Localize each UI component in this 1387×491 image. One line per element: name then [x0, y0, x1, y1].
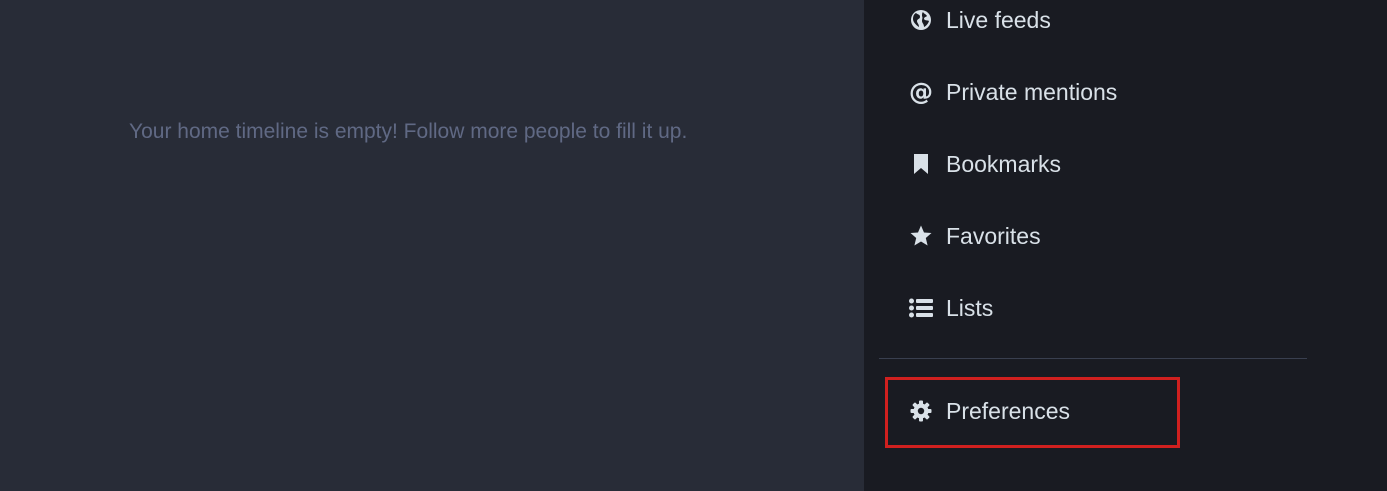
- sidebar-item-favorites[interactable]: Favorites: [908, 216, 1041, 256]
- at-icon: @: [909, 78, 933, 106]
- navigation-sidebar: Live feeds @ Private mentions Bookmarks …: [864, 0, 1387, 491]
- home-timeline: Your home timeline is empty! Follow more…: [0, 0, 864, 491]
- preferences-highlight-box: [885, 377, 1180, 448]
- sidebar-item-private-mentions[interactable]: @ Private mentions: [908, 72, 1117, 112]
- sidebar-divider: [879, 358, 1307, 359]
- sidebar-item-label: Bookmarks: [946, 150, 1062, 177]
- star-icon: [908, 223, 934, 249]
- empty-timeline-message: Your home timeline is empty! Follow more…: [129, 120, 688, 143]
- sidebar-item-label: Favorites: [946, 222, 1041, 249]
- sidebar-item-label: Live feeds: [946, 6, 1051, 33]
- sidebar-item-label: Private mentions: [946, 78, 1118, 105]
- app-window: Your home timeline is empty! Follow more…: [0, 0, 1387, 491]
- sidebar-item-label: Lists: [946, 294, 994, 321]
- sidebar-item-lists[interactable]: Lists: [908, 288, 993, 328]
- sidebar-item-bookmarks[interactable]: Bookmarks: [908, 144, 1061, 184]
- list-icon: [908, 295, 934, 321]
- bookmark-icon: [908, 151, 934, 177]
- globe-icon: [908, 7, 934, 33]
- sidebar-item-live-feeds[interactable]: Live feeds: [908, 0, 1051, 40]
